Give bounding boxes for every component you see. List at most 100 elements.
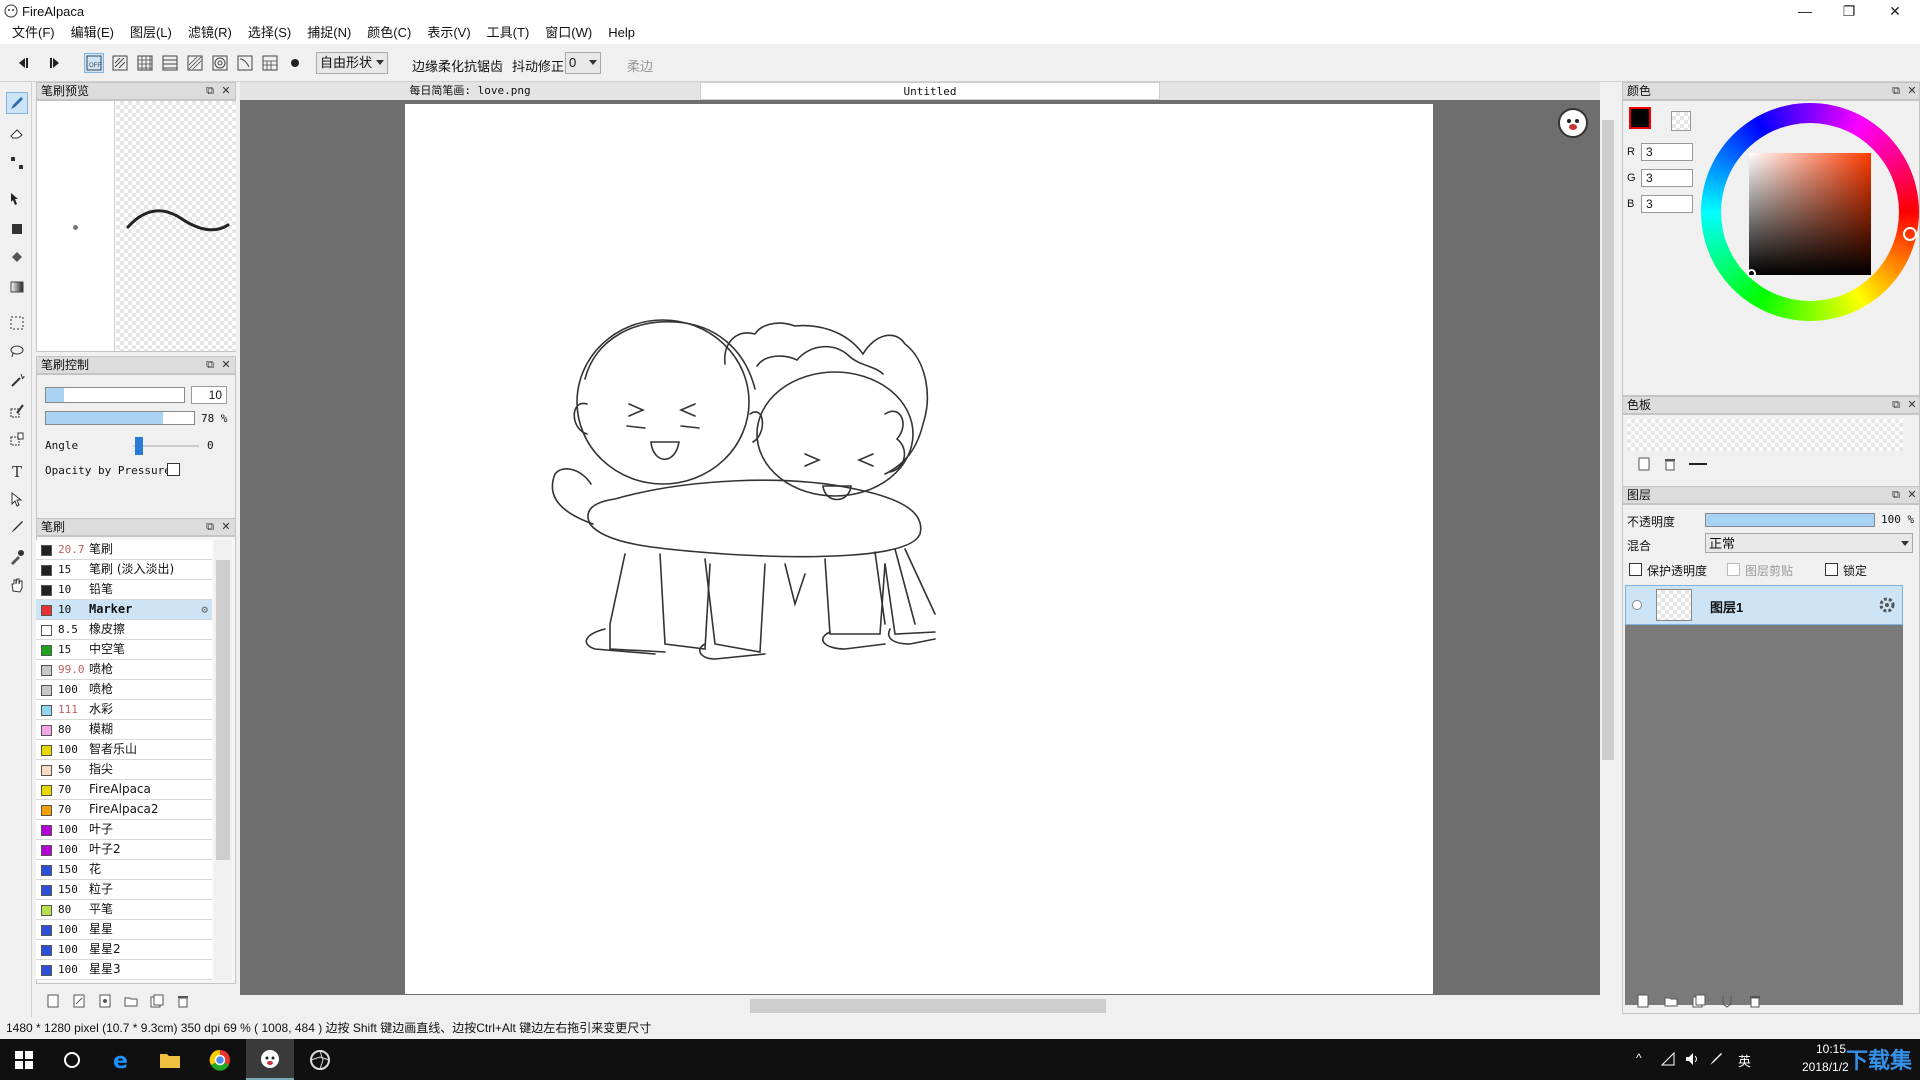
snap-grid-button[interactable] bbox=[135, 53, 155, 73]
trash-icon[interactable] bbox=[176, 994, 190, 1008]
select-tool[interactable] bbox=[6, 312, 28, 334]
brush-settings-icon[interactable] bbox=[98, 994, 112, 1008]
brush-item[interactable]: 111 水彩 bbox=[36, 700, 212, 720]
firealpaca-taskbar-button[interactable] bbox=[246, 1039, 294, 1080]
scrollbar-thumb[interactable] bbox=[750, 999, 1106, 1013]
search-button[interactable] bbox=[48, 1039, 96, 1080]
volume-icon[interactable] bbox=[1684, 1051, 1700, 1067]
menu-view[interactable]: 表示(V) bbox=[419, 22, 478, 44]
drawing-canvas[interactable] bbox=[405, 104, 1433, 994]
menu-layer[interactable]: 图层(L) bbox=[122, 22, 180, 44]
fill-rect-tool[interactable] bbox=[6, 218, 28, 240]
hand-tool[interactable] bbox=[6, 574, 28, 596]
new-brush-icon[interactable] bbox=[46, 994, 60, 1008]
trash-icon[interactable] bbox=[1748, 994, 1762, 1008]
brush-item[interactable]: 70 FireAlpaca bbox=[36, 780, 212, 800]
gear-icon[interactable]: ⚙ bbox=[201, 600, 208, 619]
brush-item[interactable]: 15 中空笔 bbox=[36, 640, 212, 660]
edit-brush-icon[interactable] bbox=[72, 994, 86, 1008]
close-icon[interactable]: ✕ bbox=[219, 84, 233, 98]
snap-horizontal-button[interactable] bbox=[160, 53, 180, 73]
menu-edit[interactable]: 编辑(E) bbox=[63, 22, 122, 44]
merge-layer-icon[interactable] bbox=[1720, 994, 1734, 1008]
tab-untitled[interactable]: Untitled bbox=[700, 82, 1160, 100]
brush-item[interactable]: 100 星星2 bbox=[36, 940, 212, 960]
trash-icon[interactable] bbox=[1663, 457, 1677, 471]
eyedropper-tool[interactable] bbox=[6, 546, 28, 568]
palette-separator-icon[interactable] bbox=[1689, 463, 1707, 465]
clock-date[interactable]: 2018/1/2 bbox=[1802, 1060, 1849, 1074]
snap-perspective-button[interactable] bbox=[185, 53, 205, 73]
menu-file[interactable]: 文件(F) bbox=[4, 22, 63, 44]
close-icon[interactable]: ✕ bbox=[219, 520, 233, 534]
explorer-button[interactable] bbox=[146, 1039, 194, 1080]
tray-chevron-icon[interactable]: ^ bbox=[1636, 1051, 1642, 1065]
undock-icon[interactable]: ⧉ bbox=[203, 520, 217, 534]
lasso-tool[interactable] bbox=[6, 340, 28, 362]
brush-item[interactable]: 100 叶子 bbox=[36, 820, 212, 840]
palette-swatches[interactable] bbox=[1627, 419, 1903, 451]
select-pen-tool[interactable] bbox=[6, 400, 28, 422]
brush-item[interactable]: 70 FireAlpaca2 bbox=[36, 800, 212, 820]
protect-alpha-checkbox[interactable] bbox=[1629, 563, 1642, 576]
scrollbar-thumb[interactable] bbox=[1602, 120, 1614, 760]
close-icon[interactable]: ✕ bbox=[1905, 398, 1919, 412]
undock-icon[interactable]: ⧉ bbox=[203, 84, 217, 98]
close-icon[interactable]: ✕ bbox=[219, 358, 233, 372]
brush-item[interactable]: 50 指尖 bbox=[36, 760, 212, 780]
lock-checkbox[interactable] bbox=[1825, 563, 1838, 576]
chrome-button[interactable] bbox=[196, 1039, 244, 1080]
size-field[interactable]: 10 bbox=[191, 386, 227, 404]
canvas-horizontal-scrollbar[interactable] bbox=[240, 995, 1616, 1017]
duplicate-brush-icon[interactable] bbox=[150, 994, 164, 1008]
start-button[interactable] bbox=[0, 1039, 48, 1080]
eraser-tool[interactable] bbox=[6, 122, 28, 144]
app-circle-button[interactable] bbox=[296, 1039, 344, 1080]
menu-snap[interactable]: 捕捉(N) bbox=[299, 22, 359, 44]
clock-time[interactable]: 10:15 bbox=[1816, 1042, 1846, 1056]
tab-love-png[interactable]: 每日简笔画: love.png bbox=[240, 82, 700, 100]
folder-icon[interactable] bbox=[1664, 994, 1678, 1008]
close-button[interactable]: ✕ bbox=[1872, 0, 1918, 22]
brush-list-scrollbar[interactable] bbox=[214, 540, 232, 980]
pressure-checkbox[interactable] bbox=[167, 463, 180, 476]
network-icon[interactable] bbox=[1660, 1051, 1676, 1067]
menu-filter[interactable]: 滤镜(R) bbox=[180, 22, 240, 44]
b-field[interactable]: 3 bbox=[1641, 195, 1693, 213]
close-icon[interactable]: ✕ bbox=[1905, 488, 1919, 502]
brush-item[interactable]: 100 智者乐山 bbox=[36, 740, 212, 760]
pen-tool[interactable] bbox=[6, 92, 28, 114]
clipping-checkbox[interactable] bbox=[1727, 563, 1740, 576]
opacity-slider[interactable] bbox=[45, 411, 195, 425]
dot-tool[interactable] bbox=[6, 152, 28, 174]
duplicate-layer-icon[interactable] bbox=[1692, 994, 1706, 1008]
angle-slider-thumb[interactable] bbox=[135, 437, 143, 455]
layer-opacity-slider[interactable] bbox=[1705, 513, 1875, 527]
undock-icon[interactable]: ⧉ bbox=[203, 358, 217, 372]
g-field[interactable]: 3 bbox=[1641, 169, 1693, 187]
undock-icon[interactable]: ⧉ bbox=[1889, 398, 1903, 412]
undock-icon[interactable]: ⧉ bbox=[1889, 84, 1903, 98]
snap-mode-select[interactable]: 自由形状 bbox=[316, 52, 388, 74]
redo-button[interactable] bbox=[44, 53, 64, 73]
brush-item[interactable]: 8.5 橡皮擦 bbox=[36, 620, 212, 640]
pen-tray-icon[interactable] bbox=[1708, 1051, 1724, 1067]
layer-visibility-icon[interactable] bbox=[1632, 600, 1642, 610]
menu-window[interactable]: 窗口(W) bbox=[537, 22, 600, 44]
brush-item[interactable]: 10 铅笔 bbox=[36, 580, 212, 600]
snap-curve-button[interactable] bbox=[235, 53, 255, 73]
blend-mode-select[interactable]: 正常 bbox=[1705, 533, 1913, 553]
snap-dot-button[interactable] bbox=[285, 53, 305, 73]
undock-icon[interactable]: ⧉ bbox=[1889, 488, 1903, 502]
bucket-tool[interactable] bbox=[6, 246, 28, 268]
folder-icon[interactable] bbox=[124, 994, 138, 1008]
select-eraser-tool[interactable] bbox=[6, 428, 28, 450]
r-field[interactable]: 3 bbox=[1641, 143, 1693, 161]
menu-tools[interactable]: 工具(T) bbox=[479, 22, 538, 44]
menu-select[interactable]: 选择(S) bbox=[240, 22, 299, 44]
brush-pen-tool[interactable] bbox=[6, 516, 28, 538]
gear-icon[interactable] bbox=[1878, 596, 1896, 614]
undo-button[interactable] bbox=[14, 53, 34, 73]
gradient-tool[interactable] bbox=[6, 276, 28, 298]
move-tool[interactable] bbox=[6, 188, 28, 210]
